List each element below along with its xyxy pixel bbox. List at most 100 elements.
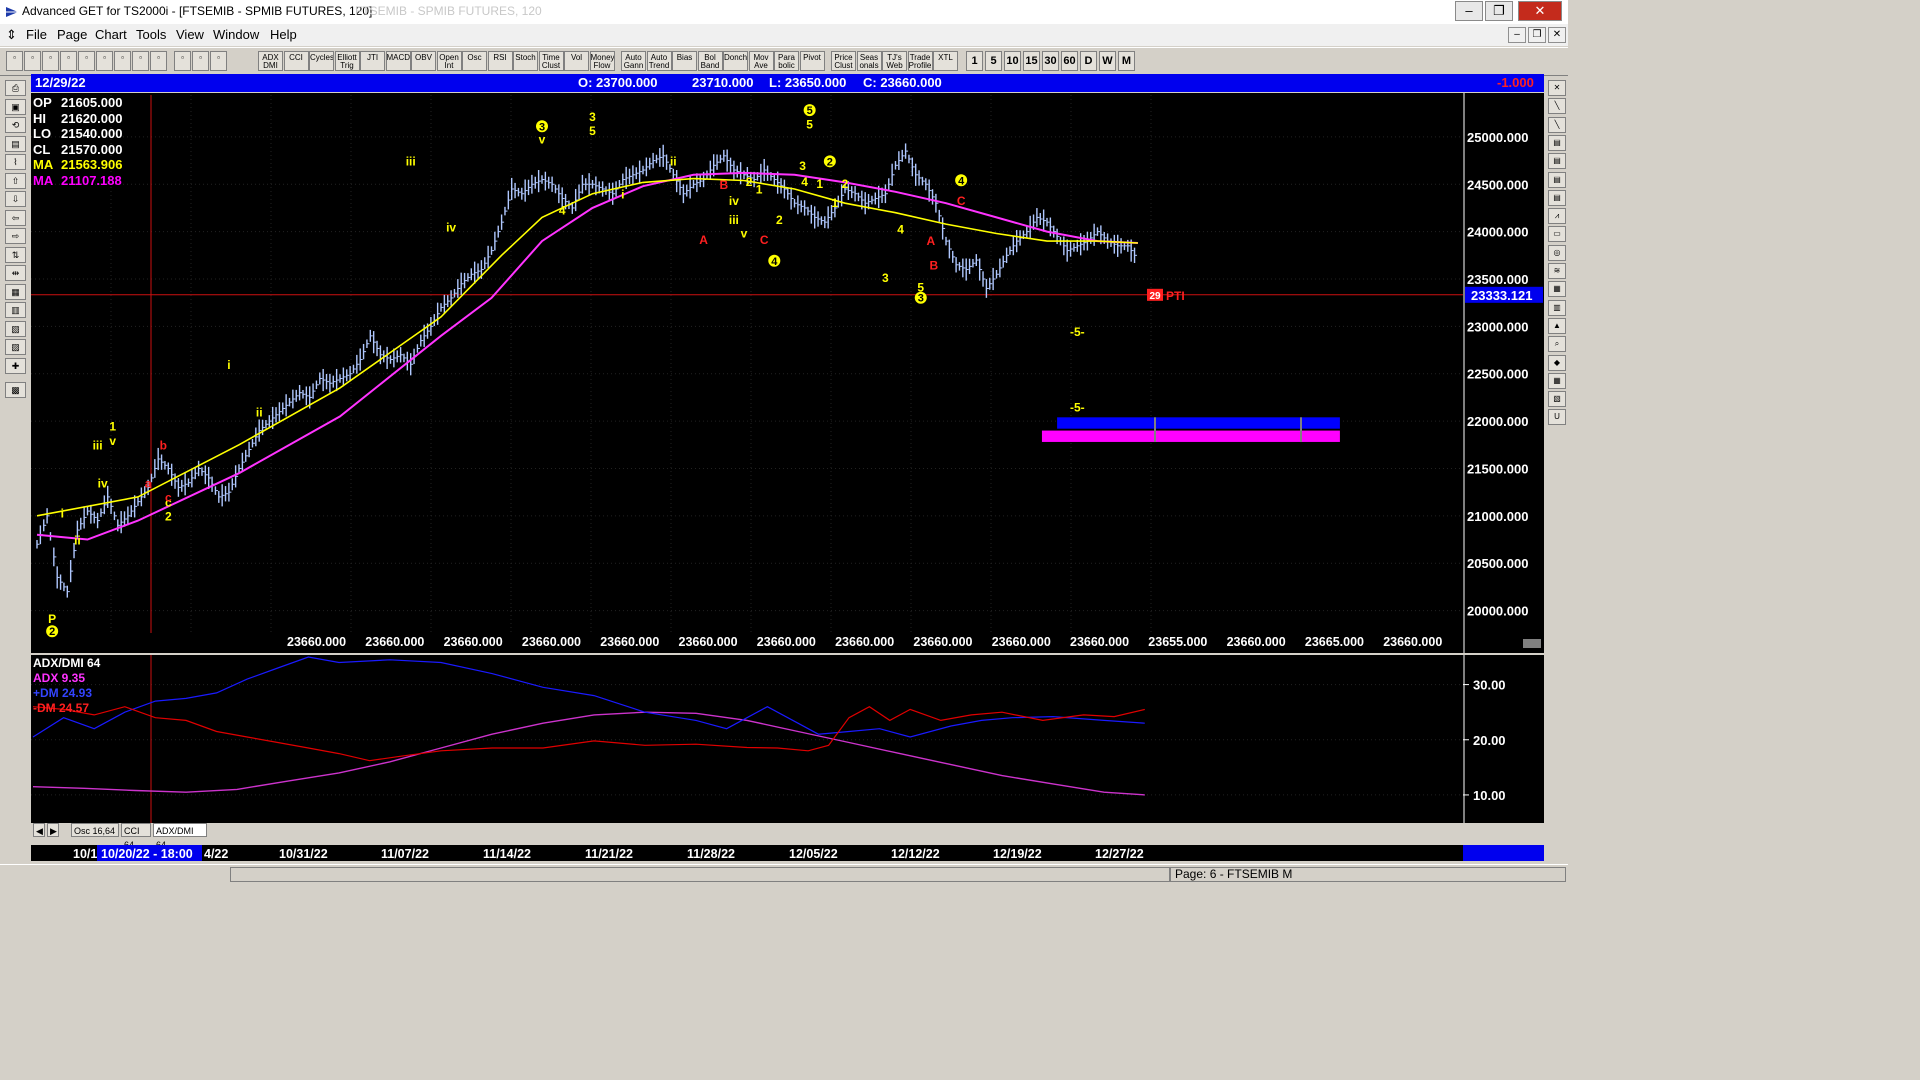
right-tool-9-icon[interactable]: ◎ bbox=[1548, 244, 1566, 261]
tab-scroll-right-icon[interactable]: ▶ bbox=[47, 823, 59, 837]
indicator-button-0[interactable]: ADX DMI bbox=[258, 51, 283, 71]
right-tool-0-icon[interactable]: ✕ bbox=[1548, 80, 1566, 96]
left-tool-7-icon[interactable]: ⇦ bbox=[5, 209, 26, 226]
adx-dmi-panel[interactable]: 30.00 20.00 10.00 ADX/DMI 64 ADX 9.35 +DM … bbox=[31, 655, 1544, 823]
tab-0[interactable]: Osc 16,64 bbox=[71, 823, 119, 837]
indicator-button-10[interactable]: Stoch bbox=[513, 51, 538, 71]
left-tool-16-icon[interactable]: ▩ bbox=[5, 382, 26, 398]
indicator-button-25[interactable]: Trade Profile bbox=[907, 51, 933, 71]
left-tool-9-icon[interactable]: ⇅ bbox=[5, 246, 26, 263]
indicator-button-21[interactable]: Pivot bbox=[799, 51, 825, 71]
right-tool-2-icon[interactable]: ╲ bbox=[1548, 116, 1566, 133]
left-tool-14-icon[interactable]: ▨ bbox=[5, 339, 26, 355]
minimize-button[interactable]: – bbox=[1455, 1, 1483, 21]
right-tool-13-icon[interactable]: ▲ bbox=[1548, 317, 1566, 334]
toolbar-tool-5-icon[interactable]: ▫ bbox=[78, 51, 95, 71]
chart-doc-icon[interactable]: ⇕ bbox=[6, 27, 17, 43]
indicator-button-8[interactable]: Osc bbox=[462, 51, 487, 71]
interval-button-5[interactable]: 5 bbox=[985, 51, 1002, 71]
left-tool-0-icon[interactable]: ⎙ bbox=[5, 80, 26, 96]
interval-button-1[interactable]: 1 bbox=[966, 51, 983, 71]
right-tool-5-icon[interactable]: ▤ bbox=[1548, 171, 1566, 188]
indicator-button-23[interactable]: Seas onals bbox=[856, 51, 882, 71]
right-tool-16-icon[interactable]: ▦ bbox=[1548, 372, 1566, 389]
indicator-button-7[interactable]: Open Int bbox=[436, 51, 462, 71]
right-tool-18-icon[interactable]: U bbox=[1548, 409, 1566, 426]
interval-button-10[interactable]: 10 bbox=[1004, 51, 1021, 71]
close-button[interactable]: ✕ bbox=[1518, 1, 1562, 21]
indicator-button-3[interactable]: Elliott Trig bbox=[334, 51, 360, 71]
indicator-button-4[interactable]: JTI bbox=[360, 51, 385, 71]
interval-button-30[interactable]: 30 bbox=[1042, 51, 1059, 71]
interval-button-W[interactable]: W bbox=[1099, 51, 1116, 71]
toolbar-tool-4-icon[interactable]: ▫ bbox=[60, 51, 77, 71]
menu-file[interactable]: File bbox=[26, 27, 47, 42]
right-tool-17-icon[interactable]: ▧ bbox=[1548, 391, 1566, 408]
toolbar-tool-12-icon[interactable]: ▫ bbox=[210, 51, 227, 71]
indicator-button-13[interactable]: Money Flow bbox=[589, 51, 615, 71]
menu-view[interactable]: View bbox=[176, 27, 204, 42]
mdi-minimize-button[interactable]: – bbox=[1508, 27, 1526, 43]
toolbar-tool-9-icon[interactable]: ▫ bbox=[150, 51, 167, 71]
interval-button-D[interactable]: D bbox=[1080, 51, 1097, 71]
left-tool-10-icon[interactable]: ⇹ bbox=[5, 265, 26, 281]
interval-button-M[interactable]: M bbox=[1118, 51, 1135, 71]
toolbar-tool-10-icon[interactable]: ▫ bbox=[174, 51, 191, 71]
indicator-button-14[interactable]: Auto Gann bbox=[621, 51, 646, 71]
adx-dmi-svg[interactable]: 30.00 20.00 10.00 bbox=[31, 655, 1544, 823]
left-tool-11-icon[interactable]: ▦ bbox=[5, 283, 26, 300]
left-tool-2-icon[interactable]: ⟲ bbox=[5, 117, 26, 133]
toolbar-tool-11-icon[interactable]: ▫ bbox=[192, 51, 209, 71]
toolbar-tool-2-icon[interactable]: ▫ bbox=[24, 51, 41, 71]
indicator-button-18[interactable]: Donch bbox=[723, 51, 748, 71]
indicator-button-11[interactable]: Time Clust bbox=[538, 51, 564, 71]
right-tool-10-icon[interactable]: ≋ bbox=[1548, 263, 1566, 279]
indicator-button-22[interactable]: Price Clust bbox=[831, 51, 856, 71]
indicator-button-24[interactable]: TJ's Web bbox=[882, 51, 907, 71]
right-tool-15-icon[interactable]: ◆ bbox=[1548, 354, 1566, 371]
indicator-button-20[interactable]: Para bolic bbox=[774, 51, 799, 71]
mdi-restore-button[interactable]: ❐ bbox=[1528, 27, 1546, 43]
tab-1[interactable]: CCI 64 bbox=[121, 823, 151, 850]
toolbar-tool-1-icon[interactable]: ▫ bbox=[6, 51, 23, 71]
right-tool-14-icon[interactable]: ⌕ bbox=[1548, 336, 1566, 353]
left-tool-12-icon[interactable]: ▥ bbox=[5, 302, 26, 318]
right-tool-3-icon[interactable]: ▤ bbox=[1548, 134, 1566, 151]
left-tool-5-icon[interactable]: ⇧ bbox=[5, 172, 26, 189]
tab-scroll-left-icon[interactable]: ◀ bbox=[33, 823, 45, 837]
interval-button-60[interactable]: 60 bbox=[1061, 51, 1078, 71]
tab-2[interactable]: ADX/DMI 64 bbox=[153, 823, 207, 850]
indicator-button-19[interactable]: Mov Ave bbox=[748, 51, 774, 71]
right-tool-7-icon[interactable]: ⩘ bbox=[1548, 208, 1566, 225]
price-chart[interactable]: 25000.000 24500.000 24000.000 23500.000 2300… bbox=[31, 93, 1544, 653]
price-chart-svg[interactable]: 25000.000 24500.000 24000.000 23500.000 2300… bbox=[31, 93, 1544, 653]
menu-tools[interactable]: Tools bbox=[136, 27, 166, 42]
indicator-button-6[interactable]: OBV bbox=[411, 51, 436, 71]
left-tool-13-icon[interactable]: ▧ bbox=[5, 320, 26, 337]
toolbar-tool-8-icon[interactable]: ▫ bbox=[132, 51, 149, 71]
toolbar-tool-6-icon[interactable]: ▫ bbox=[96, 51, 113, 71]
left-tool-4-icon[interactable]: ⌇ bbox=[5, 154, 26, 170]
menu-chart[interactable]: Chart bbox=[95, 27, 127, 42]
menu-page[interactable]: Page bbox=[57, 27, 87, 42]
right-tool-8-icon[interactable]: ▭ bbox=[1548, 226, 1566, 243]
left-tool-1-icon[interactable]: ▣ bbox=[5, 98, 26, 115]
mdi-close-button[interactable]: ✕ bbox=[1548, 27, 1566, 43]
left-tool-3-icon[interactable]: ▤ bbox=[5, 135, 26, 152]
right-tool-12-icon[interactable]: ▥ bbox=[1548, 299, 1566, 316]
left-tool-8-icon[interactable]: ⇨ bbox=[5, 228, 26, 244]
indicator-button-5[interactable]: MACD bbox=[385, 51, 411, 71]
right-tool-6-icon[interactable]: ▤ bbox=[1548, 189, 1566, 206]
indicator-button-15[interactable]: Auto Trend bbox=[646, 51, 672, 71]
indicator-button-12[interactable]: Vol bbox=[564, 51, 589, 71]
indicator-button-26[interactable]: XTL bbox=[933, 51, 958, 71]
right-tool-4-icon[interactable]: ▤ bbox=[1548, 153, 1566, 170]
indicator-button-17[interactable]: Bol Band bbox=[697, 51, 723, 71]
left-tool-6-icon[interactable]: ⇩ bbox=[5, 191, 26, 207]
left-tool-15-icon[interactable]: ✚ bbox=[5, 357, 26, 374]
indicator-button-1[interactable]: CCI bbox=[283, 51, 309, 71]
menu-help[interactable]: Help bbox=[270, 27, 297, 42]
interval-button-15[interactable]: 15 bbox=[1023, 51, 1040, 71]
indicator-button-16[interactable]: Bias bbox=[672, 51, 697, 71]
maximize-button[interactable]: ❐ bbox=[1485, 1, 1513, 21]
